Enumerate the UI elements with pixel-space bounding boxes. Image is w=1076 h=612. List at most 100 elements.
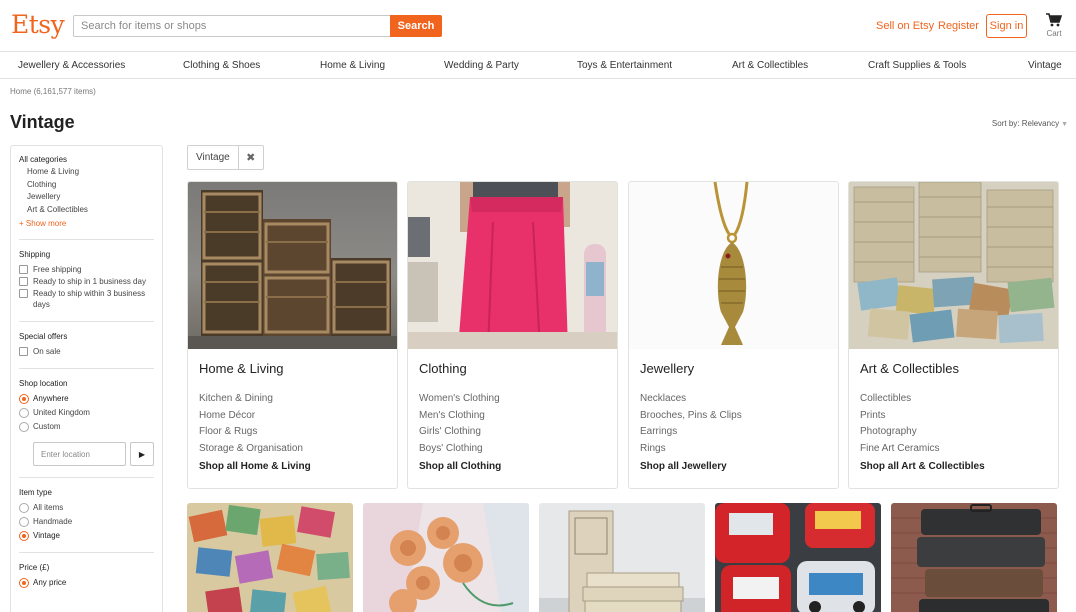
- item-type-vintage-radio[interactable]: Vintage: [19, 530, 154, 541]
- nav-item-craft-supplies[interactable]: Craft Supplies & Tools: [868, 60, 966, 71]
- jewellery-image[interactable]: [629, 182, 838, 349]
- category-link[interactable]: Art & Collectibles: [27, 204, 154, 217]
- card-link[interactable]: Boys' Clothing: [419, 441, 500, 458]
- item-type-all-radio[interactable]: All items: [19, 502, 154, 513]
- card-link[interactable]: Home Décor: [199, 408, 303, 425]
- radio-selected[interactable]: [19, 531, 29, 541]
- sort-dropdown[interactable]: Sort by: Relevancy ▼: [992, 119, 1068, 128]
- sell-on-etsy-link[interactable]: Sell on Etsy: [876, 20, 934, 32]
- item-type-handmade-radio[interactable]: Handmade: [19, 516, 154, 527]
- on-sale-checkbox[interactable]: On sale: [19, 346, 154, 357]
- item-type-heading: Item type: [19, 488, 52, 497]
- divider: [19, 239, 154, 240]
- location-submit-button[interactable]: ▶: [130, 442, 154, 466]
- clothing-image[interactable]: [408, 182, 617, 349]
- card-link[interactable]: Girls' Clothing: [419, 424, 500, 441]
- radio[interactable]: [19, 517, 29, 527]
- free-shipping-checkbox[interactable]: Free shipping: [19, 264, 154, 275]
- ship-1-day-checkbox[interactable]: Ready to ship in 1 business day: [19, 276, 154, 287]
- option-label: Vintage: [33, 531, 60, 540]
- art-collectibles-image[interactable]: [849, 182, 1058, 349]
- nav-item-jewellery-accessories[interactable]: Jewellery & Accessories: [18, 60, 125, 71]
- close-icon[interactable]: ✖: [237, 146, 263, 169]
- card-link[interactable]: Brooches, Pins & Clips: [640, 408, 742, 425]
- radio-selected[interactable]: [19, 578, 29, 588]
- divider: [19, 552, 154, 553]
- nav-item-clothing-shoes[interactable]: Clothing & Shoes: [183, 60, 260, 71]
- nav-item-home-living[interactable]: Home & Living: [320, 60, 385, 71]
- all-categories-link[interactable]: All categories: [19, 155, 154, 164]
- card-link[interactable]: Fine Art Ceramics: [860, 441, 939, 458]
- price-any-radio[interactable]: Any price: [19, 577, 154, 588]
- card-title[interactable]: Art & Collectibles: [860, 361, 959, 376]
- card-title[interactable]: Clothing: [419, 361, 467, 376]
- filter-sidebar: All categories Home & Living Clothing Je…: [10, 145, 163, 612]
- card-link[interactable]: Collectibles: [860, 391, 939, 408]
- product-image-toy-cars[interactable]: [715, 503, 881, 612]
- divider: [19, 321, 154, 322]
- location-anywhere-radio[interactable]: Anywhere: [19, 393, 154, 404]
- radio[interactable]: [19, 408, 29, 418]
- ship-3-days-checkbox[interactable]: Ready to ship within 3 business days: [19, 288, 154, 310]
- product-image-flowers[interactable]: [363, 503, 529, 612]
- register-link[interactable]: Register: [938, 20, 979, 32]
- nav-item-toys-entertainment[interactable]: Toys & Entertainment: [577, 60, 672, 71]
- category-link[interactable]: Jewellery: [27, 191, 154, 204]
- card-link[interactable]: Necklaces: [640, 391, 742, 408]
- sign-in-button[interactable]: Sign in: [986, 14, 1027, 38]
- location-input[interactable]: [33, 442, 126, 466]
- home-living-image[interactable]: [188, 182, 397, 349]
- shop-all-link[interactable]: Shop all Art & Collectibles: [860, 461, 985, 472]
- checkbox[interactable]: [19, 289, 28, 298]
- card-link[interactable]: Rings: [640, 441, 742, 458]
- radio-selected[interactable]: [19, 394, 29, 404]
- checkbox[interactable]: [19, 277, 28, 286]
- category-card-home-living[interactable]: Home & Living Kitchen & Dining Home Déco…: [187, 181, 398, 489]
- card-link[interactable]: Floor & Rugs: [199, 424, 303, 441]
- category-card-jewellery[interactable]: Jewellery Necklaces Brooches, Pins & Cli…: [628, 181, 839, 489]
- search-bar: Search: [73, 15, 442, 37]
- card-link[interactable]: Storage & Organisation: [199, 441, 303, 458]
- product-image-books[interactable]: [539, 503, 705, 612]
- card-links: Kitchen & Dining Home Décor Floor & Rugs…: [199, 391, 303, 457]
- nav-item-vintage[interactable]: Vintage: [1028, 60, 1062, 71]
- shop-all-link[interactable]: Shop all Jewellery: [640, 461, 727, 472]
- checkbox[interactable]: [19, 347, 28, 356]
- divider: [19, 368, 154, 369]
- radio[interactable]: [19, 503, 29, 513]
- show-more-link[interactable]: + Show more: [19, 219, 154, 228]
- cart-label: Cart: [1046, 29, 1062, 38]
- location-uk-radio[interactable]: United Kingdom: [19, 407, 154, 418]
- category-link[interactable]: Clothing: [27, 179, 154, 192]
- shop-all-link[interactable]: Shop all Home & Living: [199, 461, 311, 472]
- radio[interactable]: [19, 422, 29, 432]
- card-link[interactable]: Earrings: [640, 424, 742, 441]
- search-input[interactable]: [73, 15, 390, 37]
- shop-all-link[interactable]: Shop all Clothing: [419, 461, 501, 472]
- play-arrow-icon: ▶: [138, 449, 146, 459]
- shipping-heading: Shipping: [19, 250, 51, 259]
- breadcrumb[interactable]: Home (6,161,577 items): [10, 87, 96, 96]
- card-link[interactable]: Women's Clothing: [419, 391, 500, 408]
- nav-item-art-collectibles[interactable]: Art & Collectibles: [732, 60, 808, 71]
- option-label: On sale: [33, 347, 61, 356]
- category-card-art-collectibles[interactable]: Art & Collectibles Collectibles Prints P…: [848, 181, 1059, 489]
- cart-button[interactable]: Cart: [1044, 13, 1064, 38]
- product-image-stamps[interactable]: [187, 503, 353, 612]
- search-button[interactable]: Search: [390, 15, 442, 37]
- page-title: Vintage: [10, 112, 75, 132]
- category-link[interactable]: Home & Living: [27, 166, 154, 179]
- etsy-logo[interactable]: Etsy: [11, 10, 65, 39]
- nav-item-wedding-party[interactable]: Wedding & Party: [444, 60, 519, 71]
- sort-label: Sort by: Relevancy: [991, 119, 1060, 128]
- location-custom-radio[interactable]: Custom: [19, 421, 154, 432]
- category-card-clothing[interactable]: Clothing Women's Clothing Men's Clothing…: [407, 181, 618, 489]
- card-link[interactable]: Photography: [860, 424, 939, 441]
- card-link[interactable]: Men's Clothing: [419, 408, 500, 425]
- card-title[interactable]: Home & Living: [199, 361, 284, 376]
- checkbox[interactable]: [19, 265, 28, 274]
- card-link[interactable]: Prints: [860, 408, 939, 425]
- card-title[interactable]: Jewellery: [640, 361, 694, 376]
- product-image-suitcases[interactable]: [891, 503, 1057, 612]
- card-link[interactable]: Kitchen & Dining: [199, 391, 303, 408]
